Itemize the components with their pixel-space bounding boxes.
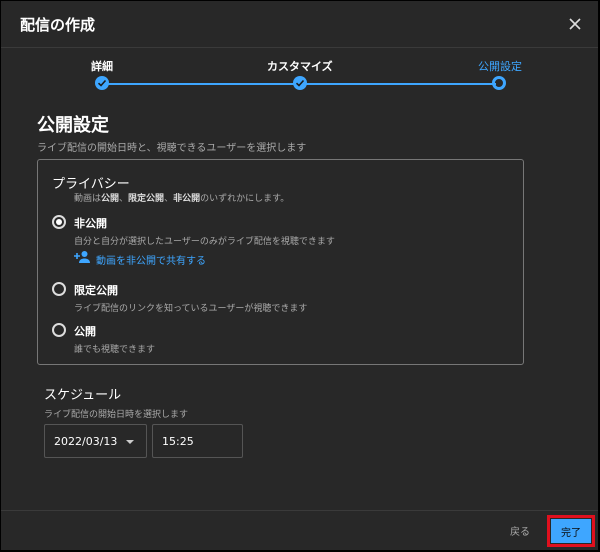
dialog-footer: 戻る 完了 xyxy=(1,510,598,550)
step-details-dot[interactable] xyxy=(95,76,109,90)
section-description: ライブ配信の開始日時と、視聴できるユーザーを選択します xyxy=(37,143,307,154)
dialog-header: 配信の作成 xyxy=(1,1,598,48)
dialog-title: 配信の作成 xyxy=(20,16,96,34)
close-icon xyxy=(569,18,581,30)
privacy-option-sub: ライブ配信のリンクを知っているユーザーが視聴できます xyxy=(74,304,308,314)
radio-unlisted[interactable] xyxy=(52,282,66,296)
schedule-title: スケジュール xyxy=(44,388,122,403)
privacy-option-label: 非公開 xyxy=(74,217,107,230)
step-details-label[interactable]: 詳細 xyxy=(91,58,113,74)
time-input[interactable]: 15:25 xyxy=(152,424,243,458)
radio-private[interactable] xyxy=(52,215,66,229)
step-customize-dot[interactable] xyxy=(293,76,307,90)
privacy-option-label: 公開 xyxy=(74,325,96,338)
privacy-option-sub: 誰でも視聴できます xyxy=(74,345,156,355)
time-value: 15:25 xyxy=(162,435,194,448)
schedule-description: ライブ配信の開始日時を選択します xyxy=(44,410,189,420)
privacy-option-sub: 自分と自分が選択したユーザーのみがライブ配信を視聴できます xyxy=(74,237,335,247)
privacy-description: 動画は公開、限定公開、非公開のいずれかにします。 xyxy=(74,194,290,204)
check-icon xyxy=(295,79,305,87)
section-title: 公開設定 xyxy=(37,115,109,136)
date-value: 2022/03/13 xyxy=(54,435,118,448)
step-visibility-dot[interactable] xyxy=(492,76,506,90)
privacy-option-label: 限定公開 xyxy=(74,284,118,297)
radio-public[interactable] xyxy=(52,323,66,337)
done-button-highlight: 完了 xyxy=(547,515,595,547)
close-button[interactable] xyxy=(564,13,586,35)
create-stream-dialog: 配信の作成 詳細 カスタマイズ 公開設定 公開設定 ライブ配信の開始日時と、視聴… xyxy=(1,1,598,550)
step-visibility-label[interactable]: 公開設定 xyxy=(478,58,522,74)
share-link-label: 動画を非公開で共有する xyxy=(96,256,206,267)
date-picker[interactable]: 2022/03/13 xyxy=(44,424,147,458)
privacy-title: プライバシー xyxy=(52,177,130,192)
done-button[interactable]: 完了 xyxy=(551,519,591,543)
step-customize-label[interactable]: カスタマイズ xyxy=(267,58,333,74)
privacy-panel: プライバシー 動画は公開、限定公開、非公開のいずれかにします。 非公開 自分と自… xyxy=(37,159,524,365)
stepper: 詳細 カスタマイズ 公開設定 xyxy=(1,48,598,96)
add-person-icon xyxy=(74,251,90,263)
check-icon xyxy=(97,79,107,87)
dropdown-arrow-icon xyxy=(126,440,134,444)
back-button[interactable]: 戻る xyxy=(510,523,530,538)
